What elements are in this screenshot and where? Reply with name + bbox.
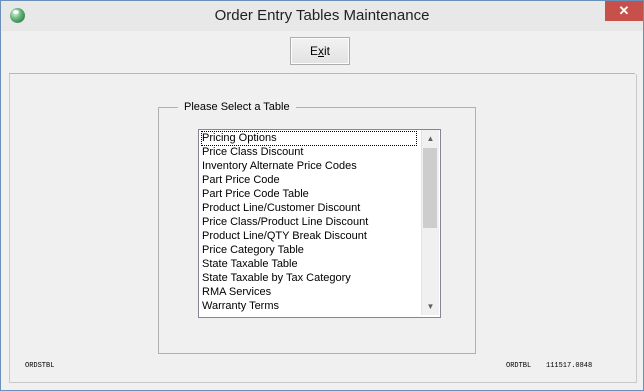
scroll-thumb[interactable] <box>423 148 437 228</box>
list-item[interactable]: Inventory Alternate Price Codes <box>202 160 416 173</box>
list-item[interactable]: Price Category Table <box>202 244 416 257</box>
list-item[interactable]: State Taxable Table <box>202 258 416 271</box>
list-item[interactable]: Pricing Options <box>201 131 417 146</box>
list-item[interactable]: Part Price Code Table <box>202 188 416 201</box>
list-item[interactable]: Part Price Code <box>202 174 416 187</box>
list-item[interactable]: State Taxable by Tax Category <box>202 272 416 285</box>
scroll-down-arrow-icon[interactable]: ▼ <box>422 298 439 315</box>
scroll-up-arrow-icon[interactable]: ▲ <box>422 130 439 147</box>
exit-button[interactable]: Exit <box>290 37 350 65</box>
list-item[interactable]: Price Class Discount <box>202 146 416 159</box>
footer-module-code: ORDTBL <box>506 362 532 370</box>
title-bar[interactable]: Order Entry Tables Maintenance ✕ <box>1 1 643 31</box>
list-item[interactable]: Product Line/QTY Break Discount <box>202 230 416 243</box>
close-button[interactable]: ✕ <box>605 1 643 21</box>
footer-program-code: ORDSTBL <box>25 362 55 370</box>
toolbar: Exit <box>9 31 635 74</box>
group-legend: Please Select a Table <box>178 101 296 113</box>
list-item[interactable]: Product Line/Customer Discount <box>202 202 416 215</box>
vertical-scrollbar[interactable]: ▲ ▼ <box>421 130 439 315</box>
list-item[interactable]: Price Class/Product Line Discount <box>202 216 416 229</box>
window-title: Order Entry Tables Maintenance <box>214 7 430 24</box>
list-item[interactable]: RMA Services <box>202 286 416 299</box>
table-listbox[interactable]: Pricing Options Price Class Discount Inven… <box>198 129 441 318</box>
list-item[interactable]: Warranty Terms <box>202 300 416 313</box>
footer-version: 111517.0848 <box>546 362 593 370</box>
